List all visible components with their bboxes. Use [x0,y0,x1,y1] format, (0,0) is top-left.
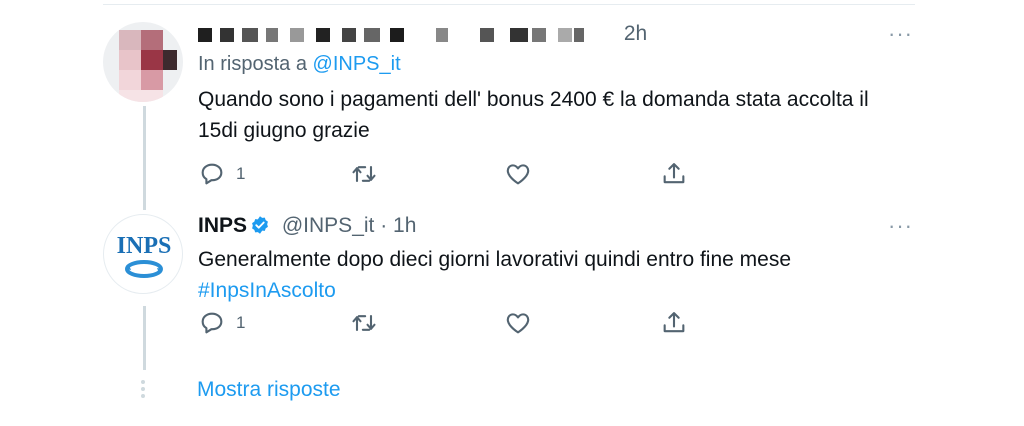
heart-icon [506,313,530,334]
retweet-icon [352,314,376,332]
heart-icon [506,164,530,185]
tweet-body: Generalmente dopo dieci giorni lavorativ… [198,248,792,271]
retweet-button[interactable] [350,160,378,188]
replying-to-handle[interactable]: @INPS_it [313,53,401,75]
tweet-text: Quando sono i pagamenti dell' bonus 2400… [198,88,869,142]
reply-icon [201,312,223,334]
show-replies-link[interactable]: Mostra risposte [197,378,341,402]
retweet-icon [352,165,376,183]
tweet-reply[interactable]: 2h ··· In risposta a @INPS_it Quando son… [103,18,915,210]
avatar-censored[interactable] [103,22,183,102]
avatar-inps[interactable]: INPS [103,214,183,294]
reply-count: 1 [236,164,246,183]
share-icon [663,163,685,184]
reply-button[interactable]: 1 [198,160,245,188]
tweet-header: INPS @INPS_it · 1h ··· [198,210,915,242]
hashtag-link[interactable]: #InpsInAscolto [198,275,878,306]
inps-logo: INPS [117,233,172,278]
handle-and-time[interactable]: @INPS_it · 1h [282,214,417,237]
tweet-actions: 1 [198,160,698,188]
verified-badge-icon [252,216,268,234]
top-divider [103,4,915,5]
thread-connector [143,306,146,370]
retweet-button[interactable] [350,309,378,337]
share-button[interactable] [660,309,688,337]
inps-logo-text: INPS [117,233,172,259]
display-name[interactable]: INPS [198,214,247,237]
more-options-icon[interactable]: ··· [888,210,913,242]
replying-to: In risposta a @INPS_it [198,50,915,78]
reply-icon [201,163,223,185]
like-button[interactable] [504,160,532,188]
tweet-inps[interactable]: INPS INPS @INPS_it · 1h ··· Generalmente… [103,210,915,370]
more-options-icon[interactable]: ··· [888,18,913,50]
tweet-header: 2h ··· [198,18,915,50]
share-button[interactable] [660,160,688,188]
like-button[interactable] [504,309,532,337]
replying-to-label: In risposta a [198,53,307,75]
censored-user-name[interactable] [198,22,618,46]
share-icon [663,312,685,333]
timestamp[interactable]: 2h [624,22,647,45]
thread-connector [143,106,146,210]
reply-count: 1 [236,313,246,332]
tweet-text: Generalmente dopo dieci giorni lavorativ… [198,244,878,306]
reply-button[interactable]: 1 [198,309,245,337]
thread-dots-icon [141,380,147,401]
tweet-actions: 1 [198,309,698,337]
